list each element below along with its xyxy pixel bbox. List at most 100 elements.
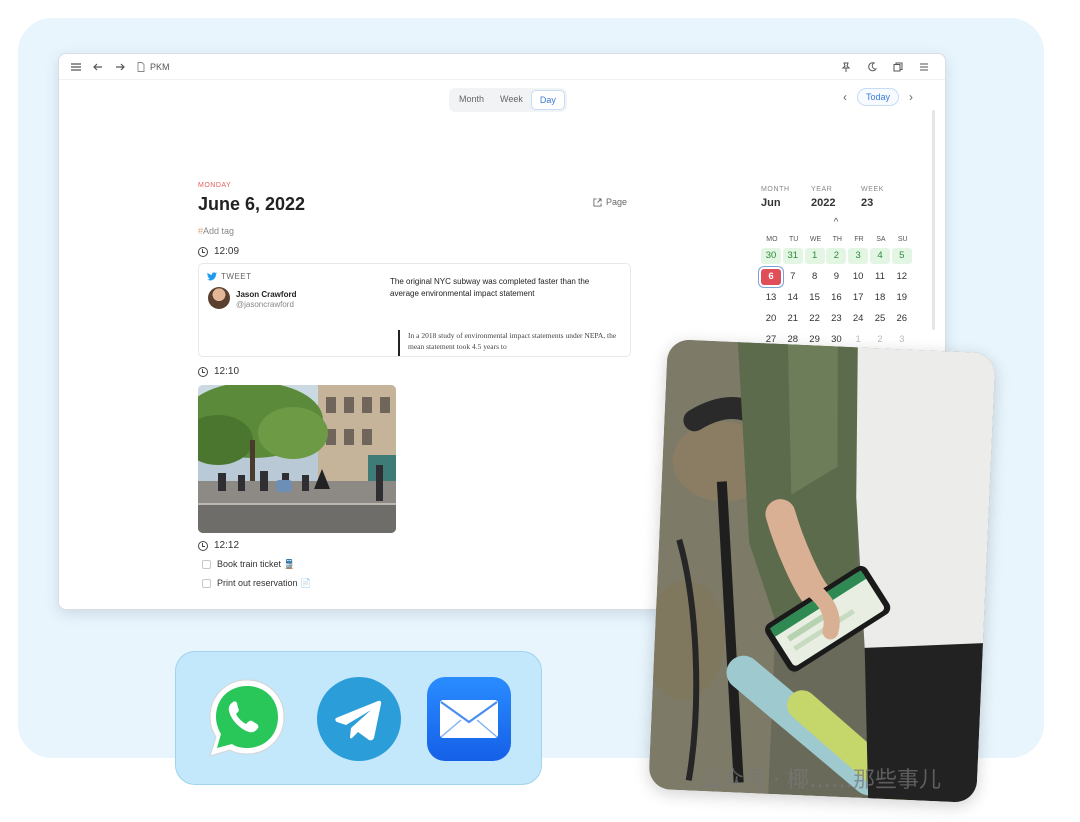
calendar-day[interactable]: 5 xyxy=(891,248,912,264)
add-tag-button[interactable]: #Add tag xyxy=(198,226,234,236)
today-button[interactable]: Today xyxy=(856,88,899,106)
view-switch: Month Week Day xyxy=(449,88,567,112)
calendar-day[interactable]: 1 xyxy=(804,248,825,264)
calendar-day[interactable]: 12 xyxy=(892,269,912,285)
task-checkbox[interactable] xyxy=(202,560,211,569)
moon-icon[interactable] xyxy=(863,58,881,76)
forward-arrow-icon[interactable] xyxy=(111,58,129,76)
calendar-day[interactable]: 11 xyxy=(870,269,890,285)
add-tag-label: Add tag xyxy=(203,226,235,236)
clock-icon xyxy=(198,246,208,257)
tweet-label: TWEET xyxy=(221,272,252,281)
more-icon[interactable] xyxy=(915,58,933,76)
calendar-month-field[interactable]: MONTH Jun xyxy=(761,186,811,209)
street-cafe-image xyxy=(198,385,396,533)
watermark-text: 公众号 · 椰……那些事儿 xyxy=(700,762,941,794)
calendar-day[interactable]: 7 xyxy=(783,269,803,285)
dow-label: SU xyxy=(897,236,908,243)
person-with-phone-photo xyxy=(648,339,996,803)
calendar-week-row: 20 21 22 23 24 25 26 xyxy=(761,311,921,327)
year-value: 2022 xyxy=(811,197,836,209)
copy-icon[interactable] xyxy=(889,58,907,76)
calendar-day[interactable]: 13 xyxy=(761,290,781,306)
time-entry-2: 12:10 xyxy=(198,366,239,377)
date-navigation: ‹ Today › xyxy=(837,88,919,106)
calendar-day[interactable]: 3 xyxy=(892,332,912,348)
page-title: June 6, 2022 xyxy=(198,194,306,214)
tweet-author-name: Jason Crawford xyxy=(236,290,297,299)
clock-icon xyxy=(198,366,208,377)
open-page-link[interactable]: Page xyxy=(593,197,627,207)
calendar-day[interactable]: 21 xyxy=(783,311,803,327)
menu-icon[interactable] xyxy=(67,58,85,76)
calendar-day[interactable]: 3 xyxy=(848,248,869,264)
twitter-bird-icon xyxy=(207,272,217,281)
view-month-tab[interactable]: Month xyxy=(451,90,492,110)
calendar-day[interactable]: 10 xyxy=(848,269,868,285)
doc-icon xyxy=(137,61,145,72)
telegram-icon xyxy=(317,677,401,761)
calendar-day[interactable]: 26 xyxy=(892,311,912,327)
calendar-header: MONTH Jun YEAR 2022 WEEK 23 xyxy=(761,186,921,209)
view-week-tab[interactable]: Week xyxy=(492,90,531,110)
mail-icon xyxy=(427,677,511,761)
calendar-day[interactable]: 20 xyxy=(761,311,781,327)
prev-day-chevron-icon[interactable]: ‹ xyxy=(837,88,853,106)
tweet-header: TWEET xyxy=(207,272,252,281)
bicycle-phone-image xyxy=(648,339,996,803)
calendar-day[interactable]: 8 xyxy=(805,269,825,285)
chevron-up-icon[interactable]: ^ xyxy=(761,217,911,228)
document-title[interactable]: PKM xyxy=(137,62,170,72)
dow-label: SA xyxy=(876,236,886,243)
whatsapp-icon xyxy=(209,679,285,757)
task-item[interactable]: Print out reservation 📄 xyxy=(202,578,311,589)
calendar-day[interactable]: 14 xyxy=(783,290,803,306)
calendar-week-row: 30 31 1 2 3 4 5 xyxy=(761,248,921,264)
avatar xyxy=(208,287,230,309)
week-label: WEEK xyxy=(861,186,885,193)
calendar-day[interactable]: 22 xyxy=(805,311,825,327)
back-arrow-icon[interactable] xyxy=(89,58,107,76)
task-item[interactable]: Book train ticket 🚆 xyxy=(202,559,295,570)
calendar-day[interactable]: 15 xyxy=(805,290,825,306)
title-bar: PKM xyxy=(59,54,945,80)
calendar-day[interactable]: 23 xyxy=(826,311,846,327)
calendar-week-row: 13 14 15 16 17 18 19 xyxy=(761,290,921,306)
calendar-day[interactable]: 4 xyxy=(869,248,890,264)
street-photo[interactable] xyxy=(198,385,396,533)
calendar-day[interactable]: 31 xyxy=(782,248,803,264)
tweet-text: The original NYC subway was completed fa… xyxy=(390,277,590,298)
tweet-embed[interactable]: TWEET Jason Crawford @jasoncrawford The … xyxy=(198,263,631,357)
calendar-day[interactable]: 24 xyxy=(848,311,868,327)
calendar-day[interactable]: 2 xyxy=(870,332,890,348)
calendar-day[interactable]: 2 xyxy=(826,248,847,264)
calendar-day[interactable]: 17 xyxy=(848,290,868,306)
pin-icon[interactable] xyxy=(837,58,855,76)
view-day-tab[interactable]: Day xyxy=(530,90,565,110)
calendar-day[interactable]: 19 xyxy=(892,290,912,306)
calendar-day[interactable]: 18 xyxy=(870,290,890,306)
calendar-day[interactable]: 9 xyxy=(826,269,846,285)
month-value: Jun xyxy=(761,197,781,209)
calendar-day[interactable]: 25 xyxy=(870,311,890,327)
task-label: Book train ticket 🚆 xyxy=(217,559,295,569)
time-entry-3: 12:12 xyxy=(198,540,239,551)
entry-time: 12:09 xyxy=(214,246,240,257)
calendar-day[interactable]: 16 xyxy=(826,290,846,306)
entry-time: 12:10 xyxy=(214,366,240,377)
calendar-day-selected[interactable]: 6 xyxy=(761,269,781,285)
week-value: 23 xyxy=(861,197,874,209)
scrollbar[interactable] xyxy=(932,110,935,330)
year-label: YEAR xyxy=(811,186,833,193)
dow-label: MO xyxy=(766,236,778,243)
weekday-label: MONDAY xyxy=(198,182,232,189)
watermark: 公众号 · 椰……那些事儿 xyxy=(700,768,941,793)
task-checkbox[interactable] xyxy=(202,579,211,588)
calendar-year-field[interactable]: YEAR 2022 xyxy=(811,186,861,209)
calendar-day[interactable]: 1 xyxy=(848,332,868,348)
dow-label: TU xyxy=(789,236,799,243)
calendar-day[interactable]: 30 xyxy=(761,248,781,264)
task-label: Print out reservation 📄 xyxy=(217,578,312,588)
next-day-chevron-icon[interactable]: › xyxy=(903,88,919,106)
calendar-week-field: WEEK 23 xyxy=(861,186,911,209)
